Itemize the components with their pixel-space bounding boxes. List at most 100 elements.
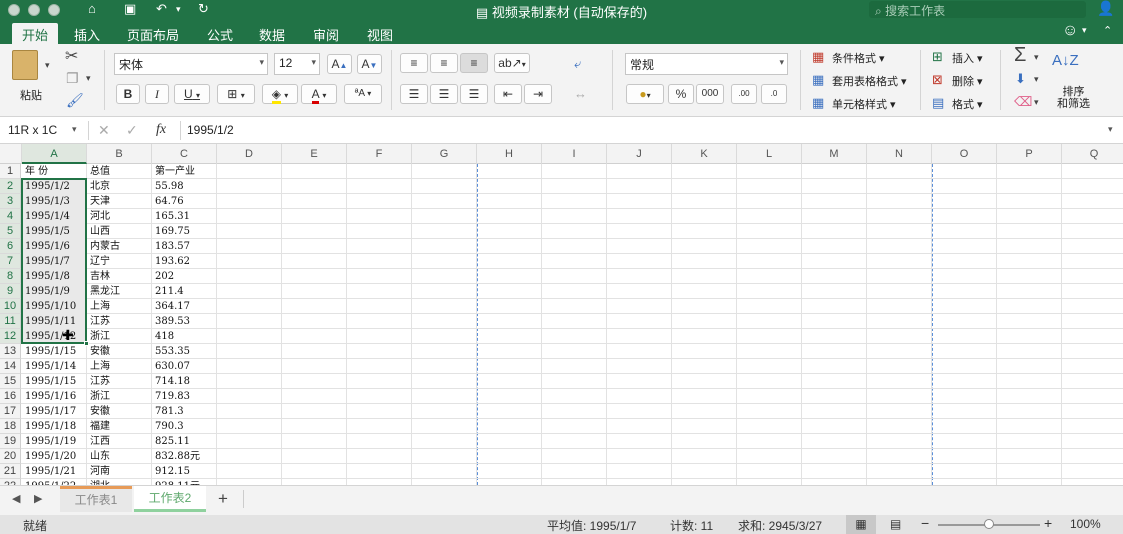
previous-sheet-icon[interactable]: ◀ [12, 492, 20, 505]
cell-a18[interactable]: 1995/1/18 [22, 419, 86, 434]
next-sheet-icon[interactable]: ▶ [34, 492, 42, 505]
clear-icon[interactable]: ⌫ [1014, 94, 1032, 110]
cell-c21[interactable]: 912.15 [152, 464, 216, 479]
tab-view[interactable]: 视图 [357, 23, 403, 44]
tab-formulas[interactable]: 公式 [197, 23, 243, 44]
cell-b15[interactable]: 江苏 [87, 374, 151, 389]
fill-dropdown-icon[interactable]: ▾ [1034, 74, 1039, 85]
row-header-17[interactable]: 17 [0, 404, 21, 419]
cell-c4[interactable]: 165.31 [152, 209, 216, 224]
formula-input[interactable]: 1995/1/2 [187, 123, 234, 137]
search-sheet-input[interactable]: ⌕ 搜索工作表 [869, 1, 1086, 18]
format-cells-button[interactable]: 格式 ▾ [952, 96, 983, 112]
cell-a14[interactable]: 1995/1/14 [22, 359, 86, 374]
collapse-ribbon-icon[interactable]: ⌃ [1103, 24, 1112, 37]
sheet-tab-2[interactable]: 工作表2 [134, 486, 206, 512]
row-header-16[interactable]: 16 [0, 389, 21, 404]
cell-c20[interactable]: 832.88元 [152, 449, 216, 464]
row-header-13[interactable]: 13 [0, 344, 21, 359]
cell-a15[interactable]: 1995/1/15 [22, 374, 86, 389]
cell-c10[interactable]: 364.17 [152, 299, 216, 314]
clear-dropdown-icon[interactable]: ▾ [1034, 97, 1039, 108]
row-header-11[interactable]: 11 [0, 314, 21, 329]
column-header-a[interactable]: A [22, 144, 87, 164]
tab-insert[interactable]: 插入 [64, 23, 110, 44]
cell-b4[interactable]: 河北 [87, 209, 151, 224]
cell-c13[interactable]: 553.35 [152, 344, 216, 359]
enter-check-icon[interactable]: ✓ [126, 122, 138, 139]
delete-cells-button[interactable]: 删除 ▾ [952, 73, 983, 89]
cell-a21[interactable]: 1995/1/21 [22, 464, 86, 479]
add-user-icon[interactable]: 👤 [1097, 0, 1114, 17]
cell-b6[interactable]: 内蒙古 [87, 239, 151, 254]
insert-function-icon[interactable]: fx [156, 122, 166, 138]
column-header-m[interactable]: M [802, 144, 867, 164]
cell-b20[interactable]: 山东 [87, 449, 151, 464]
cell-a7[interactable]: 1995/1/7 [22, 254, 86, 269]
cell-c1[interactable]: 第一产业 [152, 164, 216, 179]
cell-b7[interactable]: 辽宁 [87, 254, 151, 269]
wrap-text-icon[interactable]: ⤶ [574, 56, 581, 72]
column-header-g[interactable]: G [412, 144, 477, 164]
cell-b12[interactable]: 浙江 [87, 329, 151, 344]
cell-a6[interactable]: 1995/1/6 [22, 239, 86, 254]
row-header-12[interactable]: 12 [0, 329, 21, 344]
cell-a3[interactable]: 1995/1/3 [22, 194, 86, 209]
column-header-f[interactable]: F [347, 144, 412, 164]
conditional-format-button[interactable]: 条件格式 ▾ [832, 50, 885, 66]
row-header-21[interactable]: 21 [0, 464, 21, 479]
row-header-3[interactable]: 3 [0, 194, 21, 209]
paste-icon[interactable] [12, 50, 38, 80]
cell-b18[interactable]: 福建 [87, 419, 151, 434]
cell-b1[interactable]: 总值 [87, 164, 151, 179]
column-header-n[interactable]: N [867, 144, 932, 164]
align-middle-button[interactable]: ≡ [430, 53, 458, 73]
name-box-dropdown-icon[interactable]: ▾ [72, 124, 77, 135]
cancel-icon[interactable]: ✕ [98, 122, 110, 139]
cell-a2[interactable]: 1995/1/2 [22, 179, 86, 194]
cell-c6[interactable]: 183.57 [152, 239, 216, 254]
align-center-button[interactable]: ☰ [430, 84, 458, 104]
row-header-4[interactable]: 4 [0, 209, 21, 224]
format-as-table-button[interactable]: 套用表格格式 ▾ [832, 73, 907, 89]
zoom-in-icon[interactable]: + [1044, 515, 1052, 531]
cell-c2[interactable]: 55.98 [152, 179, 216, 194]
autosum-icon[interactable]: Σ [1014, 44, 1026, 67]
column-header-p[interactable]: P [997, 144, 1062, 164]
cell-b16[interactable]: 浙江 [87, 389, 151, 404]
font-size-select[interactable]: 12 ▾ [274, 53, 320, 75]
align-top-button[interactable]: ≡ [400, 53, 428, 73]
row-header-20[interactable]: 20 [0, 449, 21, 464]
cell-a10[interactable]: 1995/1/10 [22, 299, 86, 314]
cell-b21[interactable]: 河南 [87, 464, 151, 479]
cell-styles-button[interactable]: 单元格样式 ▾ [832, 96, 896, 112]
zoom-slider-thumb[interactable] [984, 519, 994, 529]
cell-a13[interactable]: 1995/1/15 [22, 344, 86, 359]
cell-c9[interactable]: 211.4 [152, 284, 216, 299]
comma-style-button[interactable]: 000 [696, 84, 724, 104]
cell-a19[interactable]: 1995/1/19 [22, 434, 86, 449]
row-header-10[interactable]: 10 [0, 299, 21, 314]
column-header-q[interactable]: Q [1062, 144, 1123, 164]
zoom-out-icon[interactable]: − [921, 515, 929, 531]
increase-decimal-button[interactable]: .00 [731, 84, 757, 104]
format-painter-icon[interactable]: 🖌 [66, 92, 84, 109]
cell-c3[interactable]: 64.76 [152, 194, 216, 209]
cell-c5[interactable]: 169.75 [152, 224, 216, 239]
cell-c8[interactable]: 202 [152, 269, 216, 284]
column-header-j[interactable]: J [607, 144, 672, 164]
cell-b5[interactable]: 山西 [87, 224, 151, 239]
decrease-font-size-button[interactable]: A▼ [357, 54, 382, 74]
column-header-b[interactable]: B [87, 144, 152, 164]
spreadsheet-grid[interactable]: ABCDEFGHIJKLMNOPQ 1 2 3 4 5 6 7 8 9 10 11 12 13 14 15 1… [0, 144, 1123, 485]
row-header-15[interactable]: 15 [0, 374, 21, 389]
expand-formula-bar-icon[interactable]: ▾ [1108, 124, 1113, 135]
smiley-feedback-icon[interactable]: ☺ [1062, 22, 1078, 40]
row-header-9[interactable]: 9 [0, 284, 21, 299]
font-color-button[interactable]: A ▾ [301, 84, 337, 104]
row-header-8[interactable]: 8 [0, 269, 21, 284]
cell-b10[interactable]: 上海 [87, 299, 151, 314]
borders-button[interactable]: ⊞ ▾ [217, 84, 255, 104]
sort-filter-icon[interactable]: A↓Z [1052, 52, 1079, 69]
cut-icon[interactable]: ✂ [65, 46, 78, 66]
